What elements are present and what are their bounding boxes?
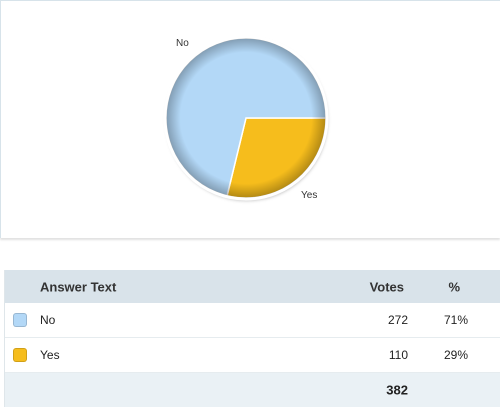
percent-header: % [448,279,460,294]
vote-percent: 29% [443,348,468,362]
vote-percent: 71% [443,313,468,327]
total-votes: 382 [386,382,408,398]
table-header: Answer Text Votes % [5,270,500,303]
legend-swatch-no [13,313,27,327]
pie-label-yes: Yes [301,190,317,201]
legend-swatch-yes [13,348,27,362]
answer-text-header: Answer Text [40,279,117,294]
answer-text: No [40,313,56,327]
results-table: Answer Text Votes % No 272 71% Yes 110 2… [4,270,500,407]
answer-text: Yes [40,348,60,362]
table-row: No 272 71% [5,303,500,338]
vote-count: 110 [388,348,408,362]
table-footer: 382 [5,373,500,407]
pie-chart: Yes No [163,35,329,201]
vote-count: 272 [387,313,408,327]
votes-header: Votes [369,279,404,294]
pie-label-no: No [176,38,189,49]
table-row: Yes 110 29% [5,338,500,373]
chart-panel: Yes No [0,0,500,238]
